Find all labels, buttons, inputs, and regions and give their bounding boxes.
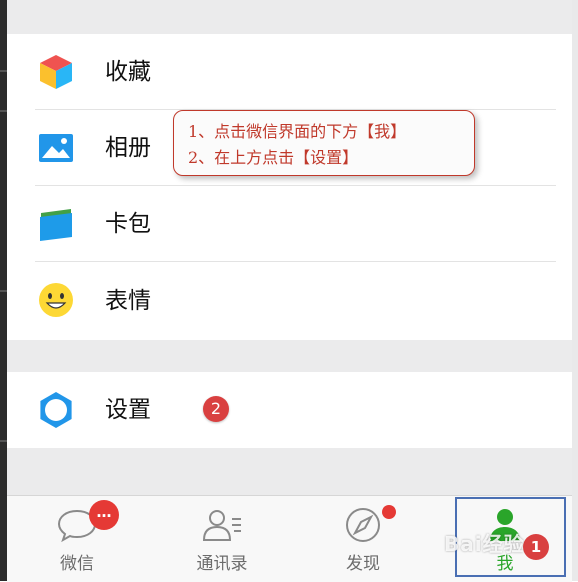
menu-item-favorites[interactable]: 收藏 xyxy=(7,34,572,110)
smiley-face-icon xyxy=(39,283,73,317)
section-gap-middle xyxy=(7,340,572,372)
unread-badge: … xyxy=(89,500,119,530)
section-gap-top xyxy=(7,0,572,34)
new-content-dot xyxy=(382,505,396,519)
album-picture-icon xyxy=(39,134,73,162)
callout-line-2: 2、在上方点击【设置】 xyxy=(188,148,359,167)
menu-item-stickers[interactable]: 表情 xyxy=(7,262,572,340)
tab-label: 微信 xyxy=(60,554,94,574)
section-gap-bottom xyxy=(7,448,572,495)
right-window-edge xyxy=(572,0,578,581)
favorites-cube-icon xyxy=(40,55,72,89)
callout-line-1: 1、点击微信界面的下方【我】 xyxy=(188,122,407,141)
menu-item-label: 设置 xyxy=(105,397,151,423)
menu-item-card-pack[interactable]: 卡包 xyxy=(7,186,572,262)
menu-item-label: 相册 xyxy=(105,135,151,161)
tab-contacts[interactable]: 通讯录 xyxy=(162,496,282,582)
tab-label: 发现 xyxy=(346,554,380,574)
watermark: Bai经验 xyxy=(444,532,525,556)
step-badge: 2 xyxy=(203,396,229,422)
menu-item-label: 卡包 xyxy=(105,211,151,237)
compass-icon xyxy=(346,508,380,542)
tab-discover[interactable]: 发现 xyxy=(303,496,423,582)
card-pack-icon xyxy=(40,209,72,241)
tab-chats[interactable]: 微信 … xyxy=(17,496,137,582)
menu-item-label: 收藏 xyxy=(105,59,151,85)
gear-icon xyxy=(40,392,72,428)
menu-item-settings[interactable]: 设置 2 xyxy=(7,372,572,448)
tab-label: 通讯录 xyxy=(196,554,248,574)
contacts-icon xyxy=(202,510,241,541)
instruction-callout: 1、点击微信界面的下方【我】 2、在上方点击【设置】 xyxy=(173,110,475,176)
left-window-edge xyxy=(0,0,7,581)
menu-item-label: 表情 xyxy=(105,288,151,314)
